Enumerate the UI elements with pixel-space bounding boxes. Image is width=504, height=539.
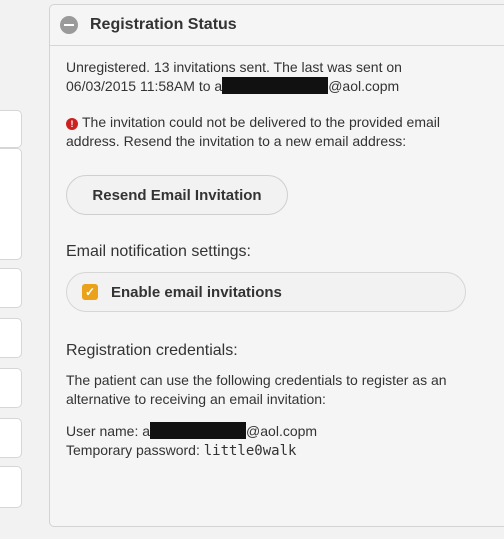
error-message-block: ! The invitation could not be delivered t… <box>66 113 494 151</box>
status-email-suffix: @aol.copm <box>328 78 400 94</box>
left-panel-stub-1 <box>0 110 22 148</box>
resend-email-invitation-button[interactable]: Resend Email Invitation <box>66 175 288 215</box>
password-label: Temporary password: <box>66 442 200 458</box>
redacted-username <box>150 422 247 439</box>
status-line-1: Unregistered. 13 invitations sent. The l… <box>66 59 402 75</box>
credentials-description: The patient can use the following creden… <box>66 372 447 407</box>
error-icon: ! <box>66 118 78 130</box>
status-date: 06/03/2015 11:58AM to a <box>66 78 223 94</box>
enable-invitations-label: Enable email invitations <box>111 283 282 301</box>
registration-status-panel: Registration Status Unregistered. 13 inv… <box>49 4 504 527</box>
left-panel-stub-6[interactable] <box>0 418 22 458</box>
left-panel-stub-5[interactable] <box>0 368 22 408</box>
enable-email-invitations-toggle[interactable]: ✓ Enable email invitations <box>66 272 466 312</box>
left-panel-stub-2 <box>0 148 22 260</box>
credentials-block: User name: a @aol.copm Temporary password… <box>66 422 494 461</box>
username-label: User name: a <box>66 423 151 439</box>
left-panel-stub-3[interactable] <box>0 268 22 308</box>
checkbox-checked-icon[interactable]: ✓ <box>82 284 98 300</box>
notification-settings-heading: Email notification settings: <box>66 243 251 260</box>
status-text: Unregistered. 13 invitations sent. The l… <box>66 58 494 96</box>
left-panel-stub-7[interactable] <box>0 466 22 508</box>
panel-header[interactable]: Registration Status <box>50 5 504 46</box>
panel-title: Registration Status <box>90 16 237 33</box>
registration-credentials-heading: Registration credentials: <box>66 342 238 359</box>
error-message: The invitation could not be delivered to… <box>66 114 440 149</box>
collapse-icon[interactable] <box>60 16 78 34</box>
panel-body: Unregistered. 13 invitations sent. The l… <box>50 46 504 461</box>
left-panel-stub-4[interactable] <box>0 318 22 358</box>
redacted-email <box>222 77 329 94</box>
temporary-password: little0walk <box>203 443 297 459</box>
username-suffix: @aol.copm <box>246 423 318 439</box>
